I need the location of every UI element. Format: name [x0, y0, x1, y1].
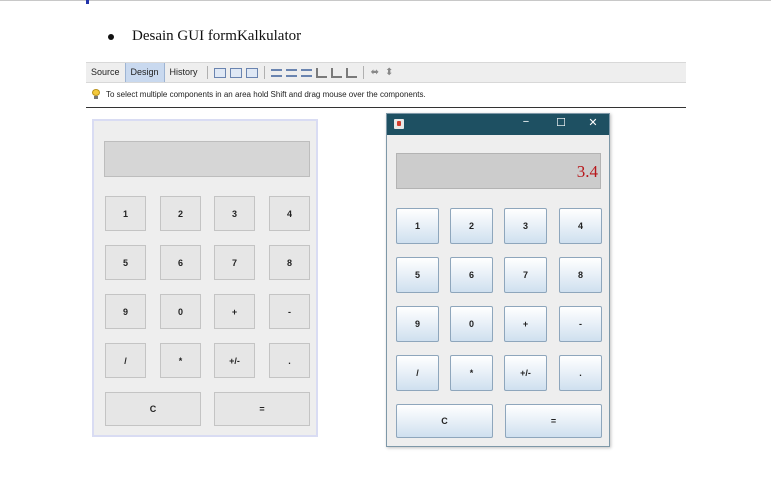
top-rule: [0, 0, 771, 1]
button-8[interactable]: 8: [559, 257, 602, 293]
hint-text: To select multiple components in an area…: [106, 89, 426, 99]
text-cursor-mark: [86, 0, 89, 4]
button-1[interactable]: 1: [396, 208, 439, 244]
button-equals[interactable]: =: [505, 404, 602, 438]
design-button-3[interactable]: 3: [214, 196, 255, 231]
button-negate[interactable]: +/-: [504, 355, 547, 391]
toolbar-separator: [362, 66, 364, 79]
button-4[interactable]: 4: [559, 208, 602, 244]
document-heading: Desain GUI formKalkulator: [108, 28, 301, 45]
design-button-negate[interactable]: +/-: [214, 343, 255, 378]
button-minus[interactable]: -: [559, 306, 602, 342]
resize-horizontal-icon[interactable]: ⬌: [371, 67, 379, 78]
design-button-plus[interactable]: +: [214, 294, 255, 329]
calculator-window: − ☐ ✕ 3.4 1 2 3 4 5 6 7 8 9 0 + - / * +/…: [386, 113, 610, 447]
design-button-7[interactable]: 7: [214, 245, 255, 280]
design-button-clear[interactable]: C: [105, 392, 201, 426]
button-3[interactable]: 3: [504, 208, 547, 244]
designer-divider: [86, 107, 686, 108]
design-button-divide[interactable]: /: [105, 343, 146, 378]
button-7[interactable]: 7: [504, 257, 547, 293]
button-6[interactable]: 6: [450, 257, 493, 293]
align-top-icon[interactable]: [315, 67, 327, 78]
design-button-9[interactable]: 9: [105, 294, 146, 329]
tab-design[interactable]: Design: [124, 63, 165, 82]
designer-toolbar: Source Design History ⬌ ⬍: [86, 62, 686, 83]
button-9[interactable]: 9: [396, 306, 439, 342]
design-display-field[interactable]: [104, 141, 310, 177]
align-left-icon[interactable]: [270, 68, 282, 77]
tab-source[interactable]: Source: [86, 63, 125, 82]
preview-design-icon[interactable]: [245, 67, 258, 78]
design-button-5[interactable]: 5: [105, 245, 146, 280]
tab-history[interactable]: History: [165, 63, 203, 82]
calculator-display[interactable]: 3.4: [396, 153, 601, 189]
design-form-panel[interactable]: 1 2 3 4 5 6 7 8 9 0 + - / * +/- . C =: [92, 119, 318, 437]
window-title-bar[interactable]: − ☐ ✕: [387, 114, 609, 135]
button-5[interactable]: 5: [396, 257, 439, 293]
design-button-0[interactable]: 0: [160, 294, 201, 329]
design-button-2[interactable]: 2: [160, 196, 201, 231]
maximize-button[interactable]: ☐: [553, 116, 569, 129]
connection-mode-icon[interactable]: [229, 67, 242, 78]
design-button-1[interactable]: 1: [105, 196, 146, 231]
design-button-4[interactable]: 4: [269, 196, 310, 231]
java-app-icon: [394, 119, 404, 129]
close-button[interactable]: ✕: [585, 116, 601, 129]
design-button-minus[interactable]: -: [269, 294, 310, 329]
button-plus[interactable]: +: [504, 306, 547, 342]
align-right-icon[interactable]: [285, 68, 297, 77]
heading-text: Desain GUI formKalkulator: [132, 28, 302, 44]
button-multiply[interactable]: *: [450, 355, 493, 391]
lightbulb-icon: [92, 89, 100, 99]
button-0[interactable]: 0: [450, 306, 493, 342]
toolbar-separator: [206, 66, 208, 79]
align-middle-icon[interactable]: [345, 67, 357, 78]
toolbar-separator: [263, 66, 265, 79]
resize-vertical-icon[interactable]: ⬍: [385, 67, 393, 78]
design-button-multiply[interactable]: *: [160, 343, 201, 378]
selection-mode-icon[interactable]: [213, 67, 226, 78]
button-2[interactable]: 2: [450, 208, 493, 244]
button-clear[interactable]: C: [396, 404, 493, 438]
designer-hint: To select multiple components in an area…: [92, 89, 426, 99]
bullet-icon: [108, 33, 114, 40]
align-bottom-icon[interactable]: [330, 67, 342, 78]
button-decimal[interactable]: .: [559, 355, 602, 391]
align-center-icon[interactable]: [300, 68, 312, 77]
minimize-button[interactable]: −: [518, 116, 534, 128]
design-button-6[interactable]: 6: [160, 245, 201, 280]
design-button-equals[interactable]: =: [214, 392, 310, 426]
design-button-decimal[interactable]: .: [269, 343, 310, 378]
design-button-8[interactable]: 8: [269, 245, 310, 280]
button-divide[interactable]: /: [396, 355, 439, 391]
